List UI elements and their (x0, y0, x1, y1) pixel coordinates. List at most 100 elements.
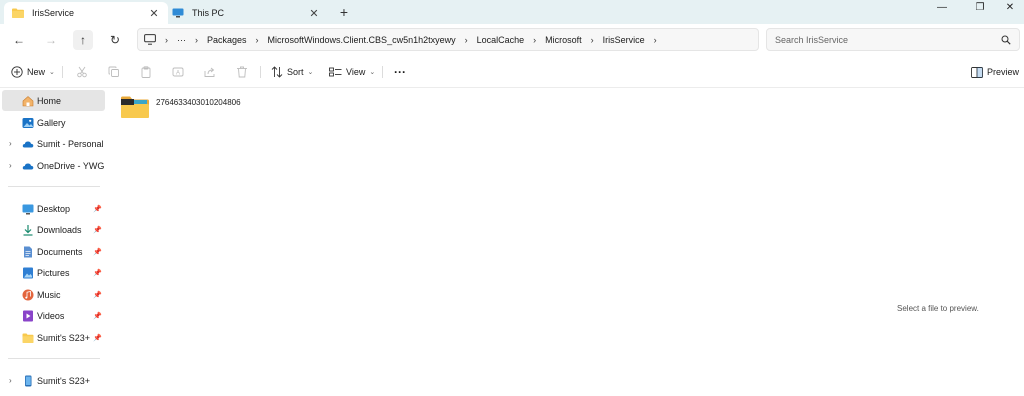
sidebar-item-videos[interactable]: Videos 📌 (2, 305, 105, 326)
delete-button[interactable] (236, 64, 252, 80)
address-bar[interactable]: › ··· › Packages › MicrosoftWindows.Clie… (137, 28, 759, 51)
chevron-right-icon[interactable]: › (165, 35, 168, 45)
breadcrumb-item[interactable]: IrisService (603, 35, 645, 45)
pin-icon[interactable]: 📌 (93, 248, 103, 256)
sidebar-item-label: Music (37, 289, 61, 300)
videos-icon (23, 310, 33, 321)
sidebar-item-sumit-personal[interactable]: › Sumit - Personal (2, 133, 105, 154)
preview-button[interactable]: Preview (971, 64, 1019, 80)
preview-placeholder-text: Select a file to preview. (897, 304, 979, 313)
breadcrumb-overflow[interactable]: ··· (177, 35, 186, 45)
back-button[interactable]: ← (9, 30, 29, 50)
sidebar-item-sumits-s23-device[interactable]: › Sumit's S23+ (2, 370, 105, 391)
pin-icon[interactable]: 📌 (93, 226, 103, 234)
music-icon (22, 289, 34, 300)
tab-this-pc[interactable]: This PC ✕ (164, 2, 328, 24)
desktop-icon (22, 204, 34, 214)
search-input[interactable] (775, 34, 1001, 45)
view-label: View (346, 67, 366, 77)
sidebar-item-label: Gallery (37, 117, 66, 128)
new-label: New (27, 67, 46, 77)
chevron-down-icon: ⌄ (49, 69, 55, 76)
chevron-right-icon[interactable]: › (256, 35, 259, 45)
tab-close-icon[interactable]: ✕ (148, 7, 160, 20)
breadcrumb-item[interactable]: Microsoft (545, 35, 582, 45)
tab-close-icon[interactable]: ✕ (308, 7, 320, 20)
search-box[interactable] (766, 28, 1020, 51)
pin-icon[interactable]: 📌 (93, 269, 103, 277)
sidebar-item-label: Desktop (37, 203, 71, 214)
sidebar-item-label: Sumit's S23+ (1) (37, 332, 93, 343)
breadcrumb-item[interactable]: LocalCache (477, 35, 525, 45)
sort-button[interactable]: Sort ⌄ (271, 64, 313, 80)
sidebar-item-desktop[interactable]: Desktop 📌 (2, 198, 105, 219)
sidebar-item-downloads[interactable]: Downloads 📌 (2, 219, 105, 240)
new-tab-button[interactable]: + (336, 4, 352, 20)
divider (260, 66, 261, 78)
preview-pane-icon (971, 66, 983, 78)
folder-icon (22, 333, 34, 343)
sidebar-item-music[interactable]: Music 📌 (2, 284, 105, 305)
navigation-pane: Home Gallery › Sumit - Personal › OneDri… (0, 88, 110, 396)
chevron-right-icon[interactable]: › (654, 35, 657, 45)
cut-button[interactable] (76, 64, 92, 80)
folder-item[interactable]: 2764633403010204806 (120, 95, 241, 121)
sidebar-item-documents[interactable]: Documents 📌 (2, 241, 105, 262)
onedrive-icon (22, 163, 34, 169)
more-options-button[interactable]: ··· (394, 64, 406, 80)
new-button[interactable]: New ⌄ (11, 64, 55, 80)
close-button[interactable]: ✕ (998, 2, 1022, 18)
up-button[interactable]: ↑ (73, 30, 93, 50)
rename-button[interactable]: A (172, 64, 188, 80)
chevron-right-icon[interactable]: › (195, 35, 198, 45)
view-button[interactable]: View ⌄ (329, 64, 375, 80)
tab-irisservice[interactable]: IrisService ✕ (4, 2, 168, 24)
share-button[interactable] (204, 64, 220, 80)
paste-button[interactable] (140, 64, 156, 80)
phone-icon (25, 375, 32, 386)
search-icon[interactable] (1001, 35, 1011, 45)
pin-icon[interactable]: 📌 (93, 205, 103, 213)
sidebar-item-onedrive-ywg[interactable]: › OneDrive - YWG (2, 155, 105, 176)
chevron-right-icon[interactable]: › (9, 376, 12, 385)
sidebar-item-label: Videos (37, 310, 65, 321)
folder-icon (121, 96, 149, 118)
copy-button[interactable] (108, 64, 124, 80)
svg-text:A: A (176, 71, 180, 77)
tab-label: This PC (192, 8, 225, 18)
breadcrumb-item[interactable]: MicrosoftWindows.Client.CBS_cw5n1h2txyew… (268, 35, 456, 45)
folder-icon (12, 8, 24, 18)
clipboard-icon (141, 66, 151, 78)
chevron-right-icon[interactable]: › (591, 35, 594, 45)
chevron-right-icon[interactable]: › (533, 35, 536, 45)
pictures-icon (23, 267, 33, 278)
plus-circle-icon (11, 66, 23, 78)
sidebar-item-gallery[interactable]: Gallery (2, 112, 105, 133)
chevron-right-icon[interactable]: › (9, 161, 12, 170)
documents-icon (24, 246, 32, 257)
restore-button[interactable]: ❐ (968, 2, 992, 18)
forward-button[interactable]: → (41, 30, 61, 50)
chevron-right-icon[interactable]: › (9, 139, 12, 148)
tab-bar: IrisService ✕ This PC ✕ + — ❐ ✕ (0, 0, 1024, 24)
pin-icon[interactable]: 📌 (93, 334, 103, 342)
divider (62, 66, 63, 78)
sidebar-item-label: Documents (37, 246, 83, 257)
tab-label: IrisService (32, 8, 75, 18)
view-icon (329, 67, 342, 77)
refresh-button[interactable]: ↻ (105, 30, 125, 50)
trash-icon (237, 66, 247, 78)
address-row: ← → ↑ ↻ › ··· › Packages › MicrosoftWind… (0, 24, 1024, 56)
minimize-button[interactable]: — (930, 2, 954, 18)
home-icon (22, 95, 34, 106)
sidebar-divider (8, 186, 100, 187)
chevron-right-icon[interactable]: › (465, 35, 468, 45)
pin-icon[interactable]: 📌 (93, 312, 103, 320)
breadcrumb-item[interactable]: Packages (207, 35, 247, 45)
sidebar-item-home[interactable]: Home (2, 90, 105, 111)
preview-label: Preview (987, 67, 1020, 77)
monitor-icon[interactable] (144, 34, 156, 45)
sidebar-item-sumits-s23-folder[interactable]: Sumit's S23+ (1) 📌 (2, 327, 105, 348)
pin-icon[interactable]: 📌 (93, 291, 103, 299)
sidebar-item-pictures[interactable]: Pictures 📌 (2, 262, 105, 283)
